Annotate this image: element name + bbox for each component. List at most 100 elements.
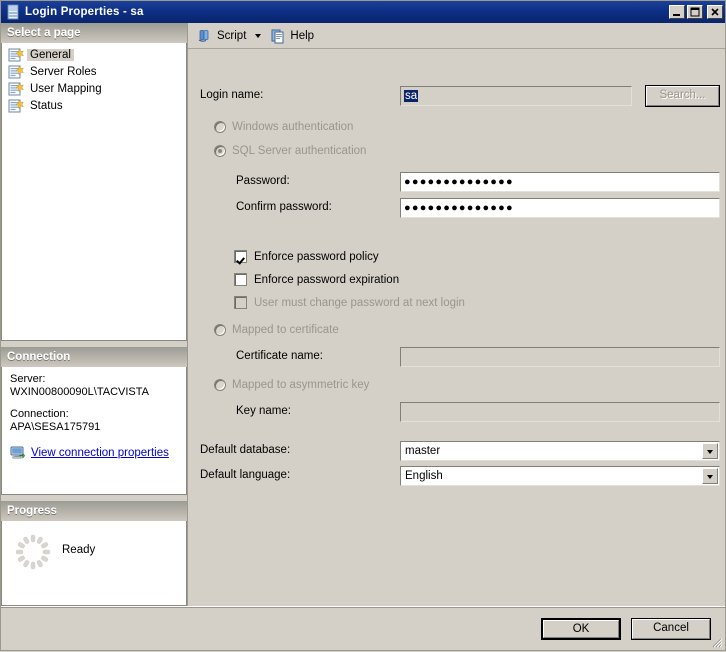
confirm-password-value: ●●●●●●●●●●●●●● (404, 202, 514, 214)
default-database-select[interactable]: master (400, 441, 720, 461)
page-icon (8, 98, 24, 114)
default-language-select[interactable]: English (400, 466, 720, 486)
cancel-button[interactable]: Cancel (631, 618, 711, 640)
login-properties-dialog: Login Properties - sa Select a page (0, 0, 726, 651)
windows-authentication-radio[interactable] (214, 121, 226, 133)
progress-status: Ready (62, 544, 95, 556)
server-connection-icon (10, 445, 26, 461)
search-button[interactable]: Search... (645, 85, 720, 107)
server-value: WXIN00800090L\TACVISTA (10, 386, 178, 399)
windows-authentication-label: Windows authentication (232, 121, 353, 133)
dialog-body: Select a page General (1, 23, 725, 606)
dialog-footer: OK Cancel (1, 606, 725, 650)
login-properties-icon (5, 4, 21, 20)
left-pane: Select a page General (1, 23, 187, 606)
mapped-to-certificate-row[interactable]: Mapped to certificate (214, 324, 339, 336)
sql-authentication-label: SQL Server authentication (232, 145, 366, 157)
connection-label: Connection: (10, 408, 178, 421)
title-bar[interactable]: Login Properties - sa (1, 1, 725, 23)
sidebar-item-label: User Mapping (27, 83, 105, 95)
help-button[interactable]: Help (267, 26, 317, 46)
enforce-password-expiration-checkbox[interactable] (234, 273, 247, 286)
page-list: General Server Roles (1, 43, 187, 341)
server-label: Server: (10, 373, 178, 386)
default-database-label: Default database: (200, 444, 290, 456)
resize-grip[interactable] (711, 637, 723, 649)
certificate-name-input[interactable] (400, 347, 720, 367)
default-database-value: master (401, 442, 719, 460)
mapped-to-asymmetric-key-radio[interactable] (214, 379, 226, 391)
script-button[interactable]: Script (194, 26, 249, 46)
confirm-password-label-row: Confirm password: (236, 201, 332, 213)
window-title: Login Properties - sa (25, 6, 669, 18)
progress-spinner-icon (14, 533, 52, 571)
chevron-down-icon[interactable] (702, 443, 718, 459)
confirm-password-input[interactable]: ●●●●●●●●●●●●●● (400, 198, 720, 218)
mapped-to-asymmetric-key-label: Mapped to asymmetric key (232, 379, 369, 391)
minimize-button[interactable] (669, 5, 685, 19)
sidebar-item-user-mapping[interactable]: User Mapping (2, 80, 186, 97)
sidebar-item-server-roles[interactable]: Server Roles (2, 63, 186, 80)
enforce-password-expiration-label: Enforce password expiration (254, 274, 399, 286)
view-connection-properties-row[interactable]: View connection properties (10, 445, 178, 461)
key-name-input[interactable] (400, 402, 720, 422)
connection-panel: Server: WXIN00800090L\TACVISTA Connectio… (1, 367, 187, 495)
chevron-down-icon[interactable] (702, 468, 718, 484)
view-connection-properties-link[interactable]: View connection properties (31, 447, 169, 459)
footer-divider (1, 607, 725, 608)
sidebar-item-status[interactable]: Status (2, 97, 186, 114)
key-name-label: Key name: (236, 405, 291, 417)
default-language-label-row: Default language: (200, 469, 290, 481)
mapped-to-certificate-radio[interactable] (214, 324, 226, 336)
page-icon (8, 81, 24, 97)
certificate-name-label: Certificate name: (236, 350, 323, 362)
progress-header: Progress (1, 501, 187, 521)
confirm-password-label: Confirm password: (236, 201, 332, 213)
toolbar: Script Help (188, 23, 725, 49)
user-must-change-password-row[interactable]: User must change password at next login (234, 296, 465, 309)
script-scroll-icon (197, 28, 213, 44)
script-label: Script (217, 30, 246, 42)
right-pane: Script Help (187, 23, 725, 606)
enforce-password-policy-checkbox[interactable] (234, 250, 247, 263)
close-button[interactable] (707, 5, 723, 19)
sql-authentication-row[interactable]: SQL Server authentication (214, 145, 366, 157)
user-must-change-password-label: User must change password at next login (254, 297, 465, 309)
password-input[interactable]: ●●●●●●●●●●●●●● (400, 172, 720, 192)
page-icon (8, 47, 24, 63)
progress-panel: Ready (1, 521, 187, 606)
general-page-form: Login name: sa Search... Windows authent… (188, 49, 725, 606)
user-must-change-password-checkbox[interactable] (234, 296, 247, 309)
enforce-password-policy-row[interactable]: Enforce password policy (234, 250, 379, 263)
windows-authentication-row[interactable]: Windows authentication (214, 121, 353, 133)
certificate-name-label-row: Certificate name: (236, 350, 323, 362)
login-name-label: Login name: (200, 89, 263, 101)
sidebar-item-label: Status (27, 100, 66, 112)
help-label: Help (290, 30, 314, 42)
chevron-down-icon[interactable] (255, 34, 261, 38)
sidebar-item-label: Server Roles (27, 66, 99, 78)
login-name-value: sa (404, 90, 418, 102)
select-a-page-header: Select a page (1, 23, 187, 43)
connection-header: Connection (1, 347, 187, 367)
ok-button[interactable]: OK (541, 618, 621, 640)
maximize-button[interactable] (687, 5, 703, 19)
connection-value: APA\SESA175791 (10, 421, 178, 434)
mapped-to-asymmetric-key-row[interactable]: Mapped to asymmetric key (214, 379, 369, 391)
default-language-value: English (401, 467, 719, 485)
password-label: Password: (236, 175, 290, 187)
key-name-label-row: Key name: (236, 405, 291, 417)
sidebar-item-general[interactable]: General (2, 46, 186, 63)
password-value: ●●●●●●●●●●●●●● (404, 176, 514, 188)
login-name-input[interactable]: sa (400, 86, 632, 106)
enforce-password-expiration-row[interactable]: Enforce password expiration (234, 273, 399, 286)
caption-buttons (669, 5, 723, 19)
sidebar-item-label: General (27, 49, 74, 61)
password-label-row: Password: (236, 175, 290, 187)
default-language-label: Default language: (200, 469, 290, 481)
login-name-label-row: Login name: (200, 89, 263, 101)
sql-authentication-radio[interactable] (214, 145, 226, 157)
default-database-label-row: Default database: (200, 444, 290, 456)
help-page-icon (270, 28, 286, 44)
mapped-to-certificate-label: Mapped to certificate (232, 324, 339, 336)
